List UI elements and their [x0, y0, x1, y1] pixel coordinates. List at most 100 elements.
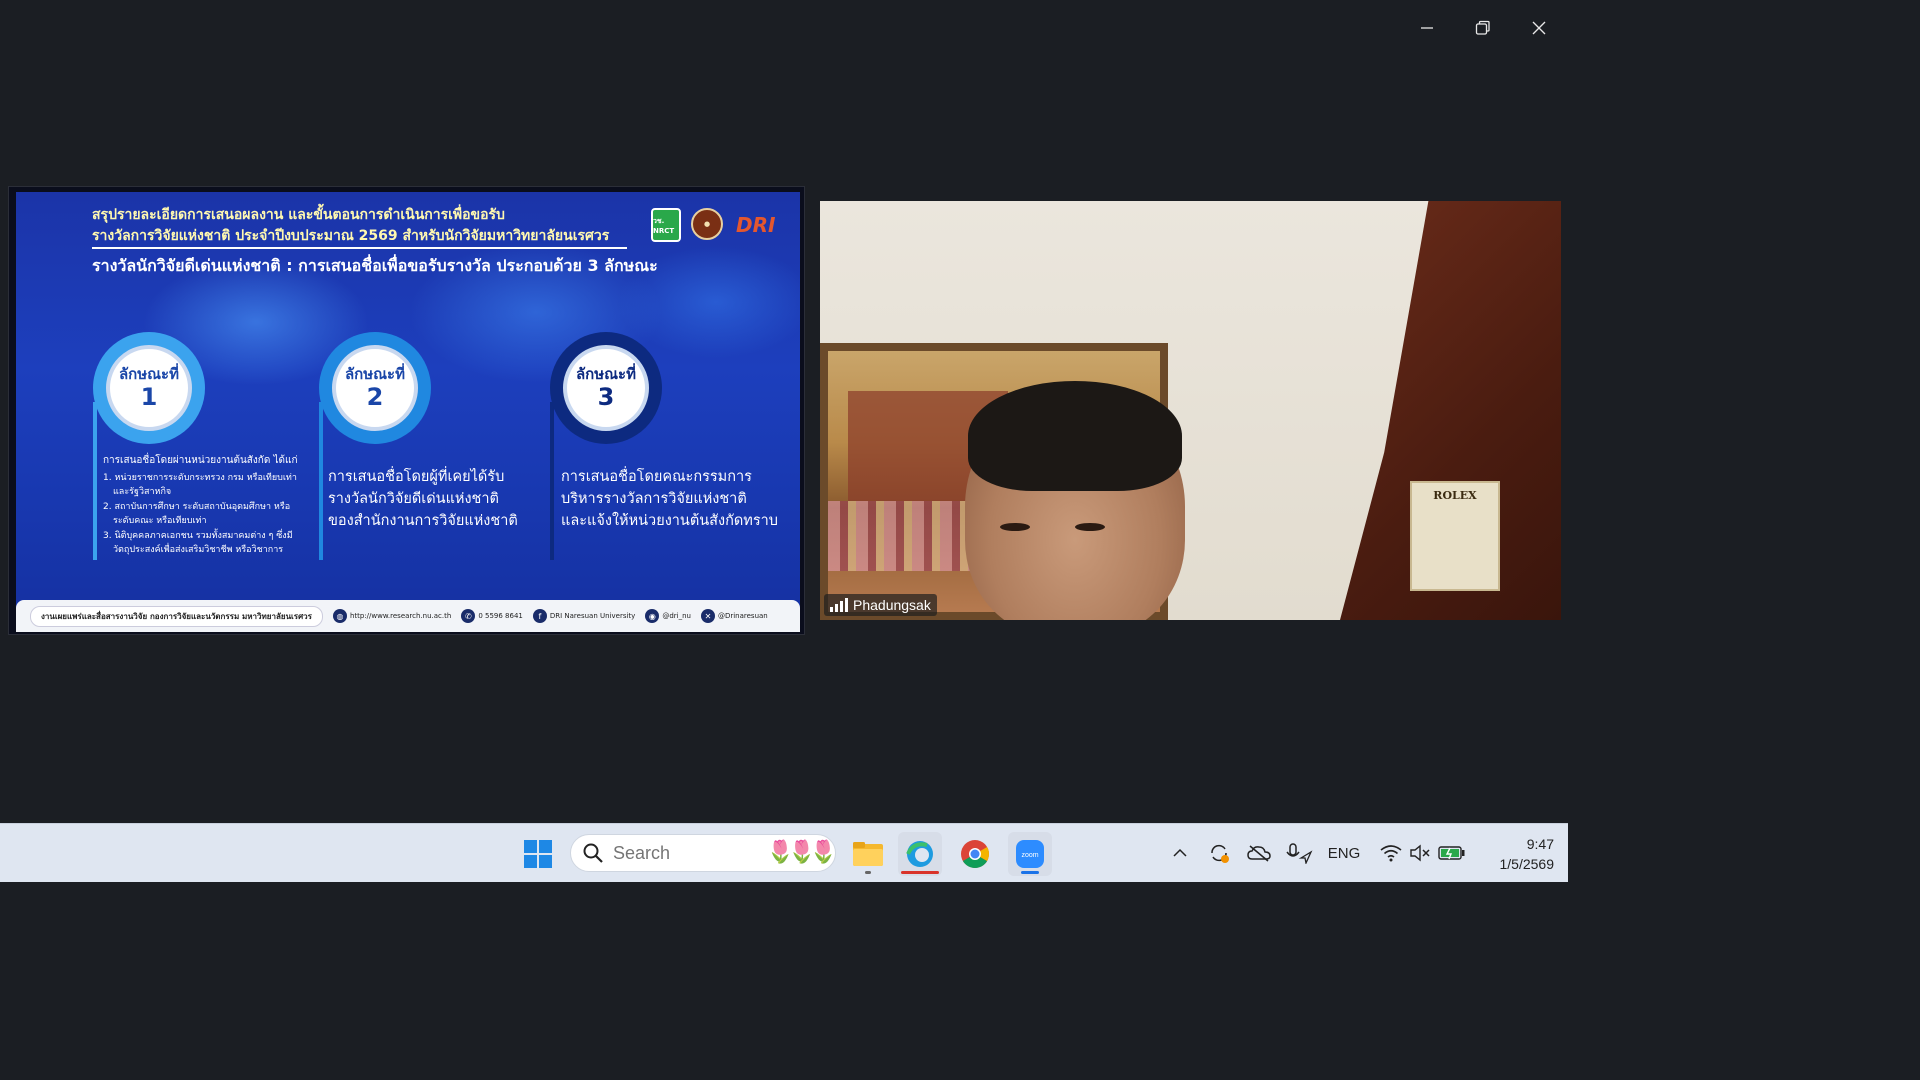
- show-hidden-icons-button[interactable]: [1168, 838, 1192, 868]
- title-divider: [92, 247, 627, 249]
- shared-screen[interactable]: สรุปรายละเอียดการเสนอผลงาน และขั้นตอนการ…: [8, 186, 805, 635]
- feature-3-badge: ลักษณะที่ 3: [550, 332, 662, 444]
- minimize-icon: [1421, 27, 1433, 29]
- feature-1-item: และรัฐวิสาหกิจ: [113, 487, 172, 497]
- nrct-logo: วช. NRCT: [651, 208, 681, 242]
- sync-icon: [1211, 844, 1229, 863]
- volume-muted-icon: [1410, 844, 1430, 862]
- feature-2-stripe: [319, 402, 323, 560]
- taskbar-search[interactable]: 🌷🌷🌷: [570, 834, 837, 872]
- x-icon: ✕: [700, 609, 715, 623]
- restore-icon: [1475, 20, 1490, 35]
- clock-date: 1/5/2569: [1499, 856, 1555, 872]
- feature-2-number: 2: [366, 383, 384, 411]
- feature-1-label: ลักษณะที่: [118, 365, 180, 383]
- feature-3-number: 3: [597, 383, 615, 411]
- feature-1-badge: ลักษณะที่ 1: [93, 332, 205, 444]
- slide-footer: งานเผยแพร่และสื่อสารงานวิจัย กองการวิจัย…: [16, 600, 800, 632]
- participant-eye: [1000, 523, 1030, 531]
- volume-button[interactable]: [1407, 838, 1433, 868]
- onedrive-button[interactable]: [1245, 838, 1273, 868]
- feature-1-stripe: [93, 402, 97, 560]
- globe-icon: ◍: [332, 609, 347, 623]
- presentation-slide: สรุปรายละเอียดการเสนอผลงาน และขั้นตอนการ…: [16, 192, 800, 632]
- folder-icon: [853, 842, 883, 866]
- search-input[interactable]: [613, 842, 763, 864]
- footer-website: ◍ http://www.research.nu.ac.th: [332, 609, 452, 623]
- participant-name: Phadungsak: [853, 597, 931, 613]
- slide-subtitle: รางวัลนักวิจัยดีเด่นแห่งชาติ : การเสนอชื…: [92, 256, 658, 275]
- footer-facebook-text: DRI Naresuan University: [549, 612, 636, 620]
- footer-website-text: http://www.research.nu.ac.th: [349, 612, 452, 620]
- signal-strength-icon: [830, 598, 848, 612]
- footer-line-text: @dri_nu: [662, 612, 691, 620]
- feature-1-item: วัตถุประสงค์เพื่อส่งเสริมวิชาชีพ หรือวิช…: [113, 545, 284, 555]
- feature-1-item: 2. สถาบันการศึกษา ระดับสถาบันอุดมศึกษา ห…: [103, 501, 291, 512]
- university-seal-logo: ●: [691, 208, 723, 240]
- rolex-box: ROLEX: [1410, 481, 1500, 591]
- file-explorer-button[interactable]: [846, 832, 890, 876]
- feature-2-badge: ลักษณะที่ 2: [319, 332, 431, 444]
- close-button[interactable]: [1521, 10, 1557, 46]
- input-language-button[interactable]: ENG: [1326, 838, 1362, 868]
- slide-title-line2: รางวัลการวิจัยแห่งชาติ ประจำปีงบประมาณ 2…: [92, 228, 610, 244]
- feature-2-description: การเสนอชื่อโดยผู้ที่เคยได้รับ รางวัลนักว…: [328, 466, 548, 532]
- participant-name-tag: Phadungsak: [824, 594, 937, 616]
- facebook-icon: f: [532, 609, 547, 623]
- line-icon: ◉: [645, 609, 660, 623]
- restore-button[interactable]: [1465, 10, 1501, 46]
- feature-2-line: การเสนอชื่อโดยผู้ที่เคยได้รับ: [328, 469, 505, 485]
- close-icon: [1532, 21, 1546, 35]
- svg-text:zoom: zoom: [1021, 852, 1038, 859]
- slide-title-line1: สรุปรายละเอียดการเสนอผลงาน และขั้นตอนการ…: [92, 207, 505, 223]
- dri-logo: DRI: [736, 213, 776, 237]
- feature-1-item: ระดับคณะ หรือเทียบเท่า: [113, 516, 207, 526]
- feature-2-line: ของสำนักงานการวิจัยแห่งชาติ: [328, 513, 518, 529]
- battery-charging-icon: [1438, 846, 1465, 860]
- battery-button[interactable]: [1437, 838, 1467, 868]
- taskbar-clock[interactable]: 9:47 1/5/2569: [1478, 834, 1555, 874]
- footer-facebook: f DRI Naresuan University: [532, 609, 636, 623]
- feature-3-description: การเสนอชื่อโดยคณะกรรมการ บริหารรางวัลการ…: [561, 466, 791, 532]
- footer-x-text: @Drinaresuan: [717, 612, 768, 620]
- chrome-button[interactable]: [953, 832, 997, 876]
- feature-1-intro: การเสนอชื่อโดยผ่านหน่วยงานต้นสังกัด ได้แ…: [103, 455, 298, 466]
- edge-button[interactable]: [898, 832, 942, 876]
- footer-line: ◉ @dri_nu: [645, 609, 691, 623]
- clock-time: 9:47: [1526, 836, 1554, 852]
- edge-active-indicator: [901, 871, 939, 874]
- feature-3-stripe: [550, 402, 554, 560]
- minimize-button[interactable]: [1409, 10, 1445, 46]
- participant-hair: [968, 381, 1182, 491]
- feature-1-item: 3. นิติบุคคลภาคเอกชน รวมทั้งสมาคมต่าง ๆ …: [103, 530, 293, 541]
- zoom-meeting-window: สรุปรายละเอียดการเสนอผลงาน และขั้นตอนการ…: [0, 0, 1568, 823]
- windows-taskbar: 🌷🌷🌷 zoom ENG: [0, 823, 1568, 882]
- sync-button[interactable]: [1205, 838, 1233, 868]
- zoom-icon: zoom: [1016, 840, 1044, 868]
- start-button[interactable]: [516, 832, 560, 876]
- microphone-location-button[interactable]: [1284, 838, 1314, 868]
- edge-icon: [906, 841, 933, 867]
- participant-video[interactable]: ROLEX Phadungsak: [820, 201, 1561, 620]
- feature-2-line: รางวัลนักวิจัยดีเด่นแห่งชาติ: [328, 491, 499, 507]
- feature-1-description: การเสนอชื่อโดยผ่านหน่วยงานต้นสังกัด ได้แ…: [103, 454, 313, 558]
- footer-phone-text: 0 5596 8641: [478, 612, 523, 620]
- zoom-button[interactable]: zoom: [1008, 832, 1052, 876]
- feature-1-item: 1. หน่วยราชการระดับกระทรวง กรม หรือเทียบ…: [103, 472, 297, 483]
- microphone-icon: [1286, 843, 1313, 864]
- windows-logo-icon: [524, 840, 552, 868]
- tulips-icon: 🌷🌷🌷: [766, 839, 837, 864]
- wifi-icon: [1380, 845, 1402, 862]
- search-icon: [583, 843, 603, 863]
- slide-title: สรุปรายละเอียดการเสนอผลงาน และขั้นตอนการ…: [92, 205, 609, 247]
- chrome-icon: [961, 840, 989, 868]
- feature-1-number: 1: [140, 383, 158, 411]
- feature-3-line: และแจ้งให้หน่วยงานต้นสังกัดทราบ: [561, 513, 778, 529]
- running-indicator: [865, 871, 871, 874]
- feature-3-line: บริหารรางวัลการวิจัยแห่งชาติ: [561, 491, 747, 507]
- footer-x: ✕ @Drinaresuan: [700, 609, 768, 623]
- participant-eye: [1075, 523, 1105, 531]
- feature-3-line: การเสนอชื่อโดยคณะกรรมการ: [561, 469, 752, 485]
- wifi-button[interactable]: [1378, 838, 1404, 868]
- footer-phone: ✆ 0 5596 8641: [461, 609, 523, 623]
